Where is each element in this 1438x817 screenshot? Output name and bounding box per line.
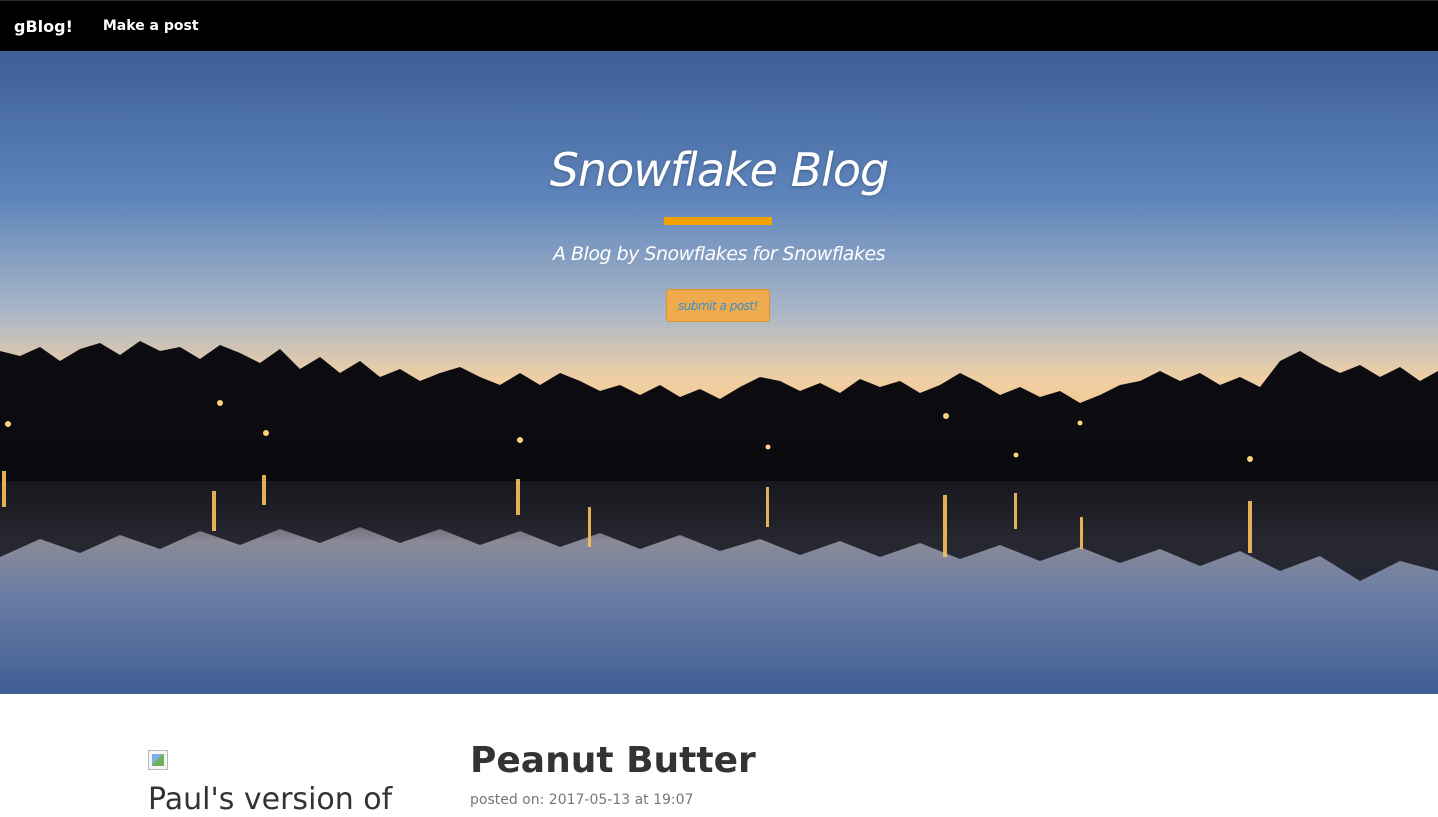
post-title[interactable]: Peanut Butter: [470, 740, 756, 781]
broken-image-icon[interactable]: [148, 750, 168, 770]
post-meta: posted on: 2017-05-13 at 19:07: [470, 792, 694, 808]
hero-title: Snowflake Blog: [549, 143, 890, 197]
submit-post-button[interactable]: submit a post!: [666, 289, 770, 322]
hero-banner: Snowflake Blog A Blog by Snowflakes for …: [0, 51, 1438, 694]
image-placeholder-icon: [152, 754, 164, 766]
side-post-title[interactable]: Paul's version of: [148, 782, 392, 817]
top-navbar: gBlog! Make a post: [0, 0, 1438, 51]
brand-link[interactable]: gBlog!: [14, 17, 73, 36]
hero-divider: [664, 217, 772, 225]
make-post-link[interactable]: Make a post: [103, 18, 199, 34]
hero-subtitle: A Blog by Snowflakes for Snowflakes: [552, 243, 886, 265]
